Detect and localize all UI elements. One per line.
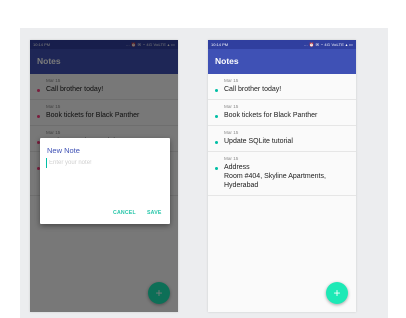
note-date: Mar 15 (224, 104, 239, 109)
bullet-icon (215, 89, 218, 92)
list-item[interactable]: Mar 15 Book tickets for Black Panther (208, 100, 356, 126)
app-title: Notes (215, 56, 239, 66)
status-bar: 10:14 PM ... ⏰ ✉ ◔ 4G VoLTE ▴ ▭ (208, 40, 356, 49)
phone-screen-dialog: 10:14 PM ... ⏰ ✉ ◔ 4G VoLTE ▴ ▭ Notes Ma… (30, 40, 178, 312)
list-item[interactable]: Mar 15 Address Room #404, Skyline Apartm… (208, 152, 356, 196)
plus-icon: + (333, 286, 341, 300)
note-text: Call brother today! (224, 86, 282, 93)
note-text: Book tickets for Black Panther (224, 112, 318, 119)
note-text: Update SQLite tutorial (224, 138, 293, 145)
note-input[interactable] (46, 158, 159, 168)
status-icons: ... ⏰ ✉ ◔ 4G VoLTE ▴ ▭ (303, 42, 353, 47)
phone-screen-list: 10:14 PM ... ⏰ ✉ ◔ 4G VoLTE ▴ ▭ Notes Ma… (208, 40, 356, 312)
notes-list: Mar 15 Call brother today! Mar 15 Book t… (208, 74, 356, 196)
list-item[interactable]: Mar 15 Call brother today! (208, 74, 356, 100)
list-item[interactable]: Mar 15 Update SQLite tutorial (208, 126, 356, 152)
bullet-icon (215, 141, 218, 144)
bullet-icon (215, 115, 218, 118)
note-date: Mar 15 (224, 130, 239, 135)
add-note-button[interactable]: + (326, 282, 348, 304)
app-bar: Notes (208, 49, 356, 74)
bullet-icon (215, 167, 218, 170)
note-date: Mar 15 (224, 156, 239, 161)
cancel-button[interactable]: CANCEL (113, 210, 136, 216)
note-date: Mar 15 (224, 78, 239, 83)
save-button[interactable]: SAVE (147, 210, 162, 216)
status-time: 10:14 PM (211, 42, 229, 47)
dialog-title: New Note (47, 146, 80, 155)
note-text: Address Room #404, Skyline Apartments, H… (224, 164, 326, 189)
new-note-dialog: New Note CANCEL SAVE (40, 138, 170, 224)
